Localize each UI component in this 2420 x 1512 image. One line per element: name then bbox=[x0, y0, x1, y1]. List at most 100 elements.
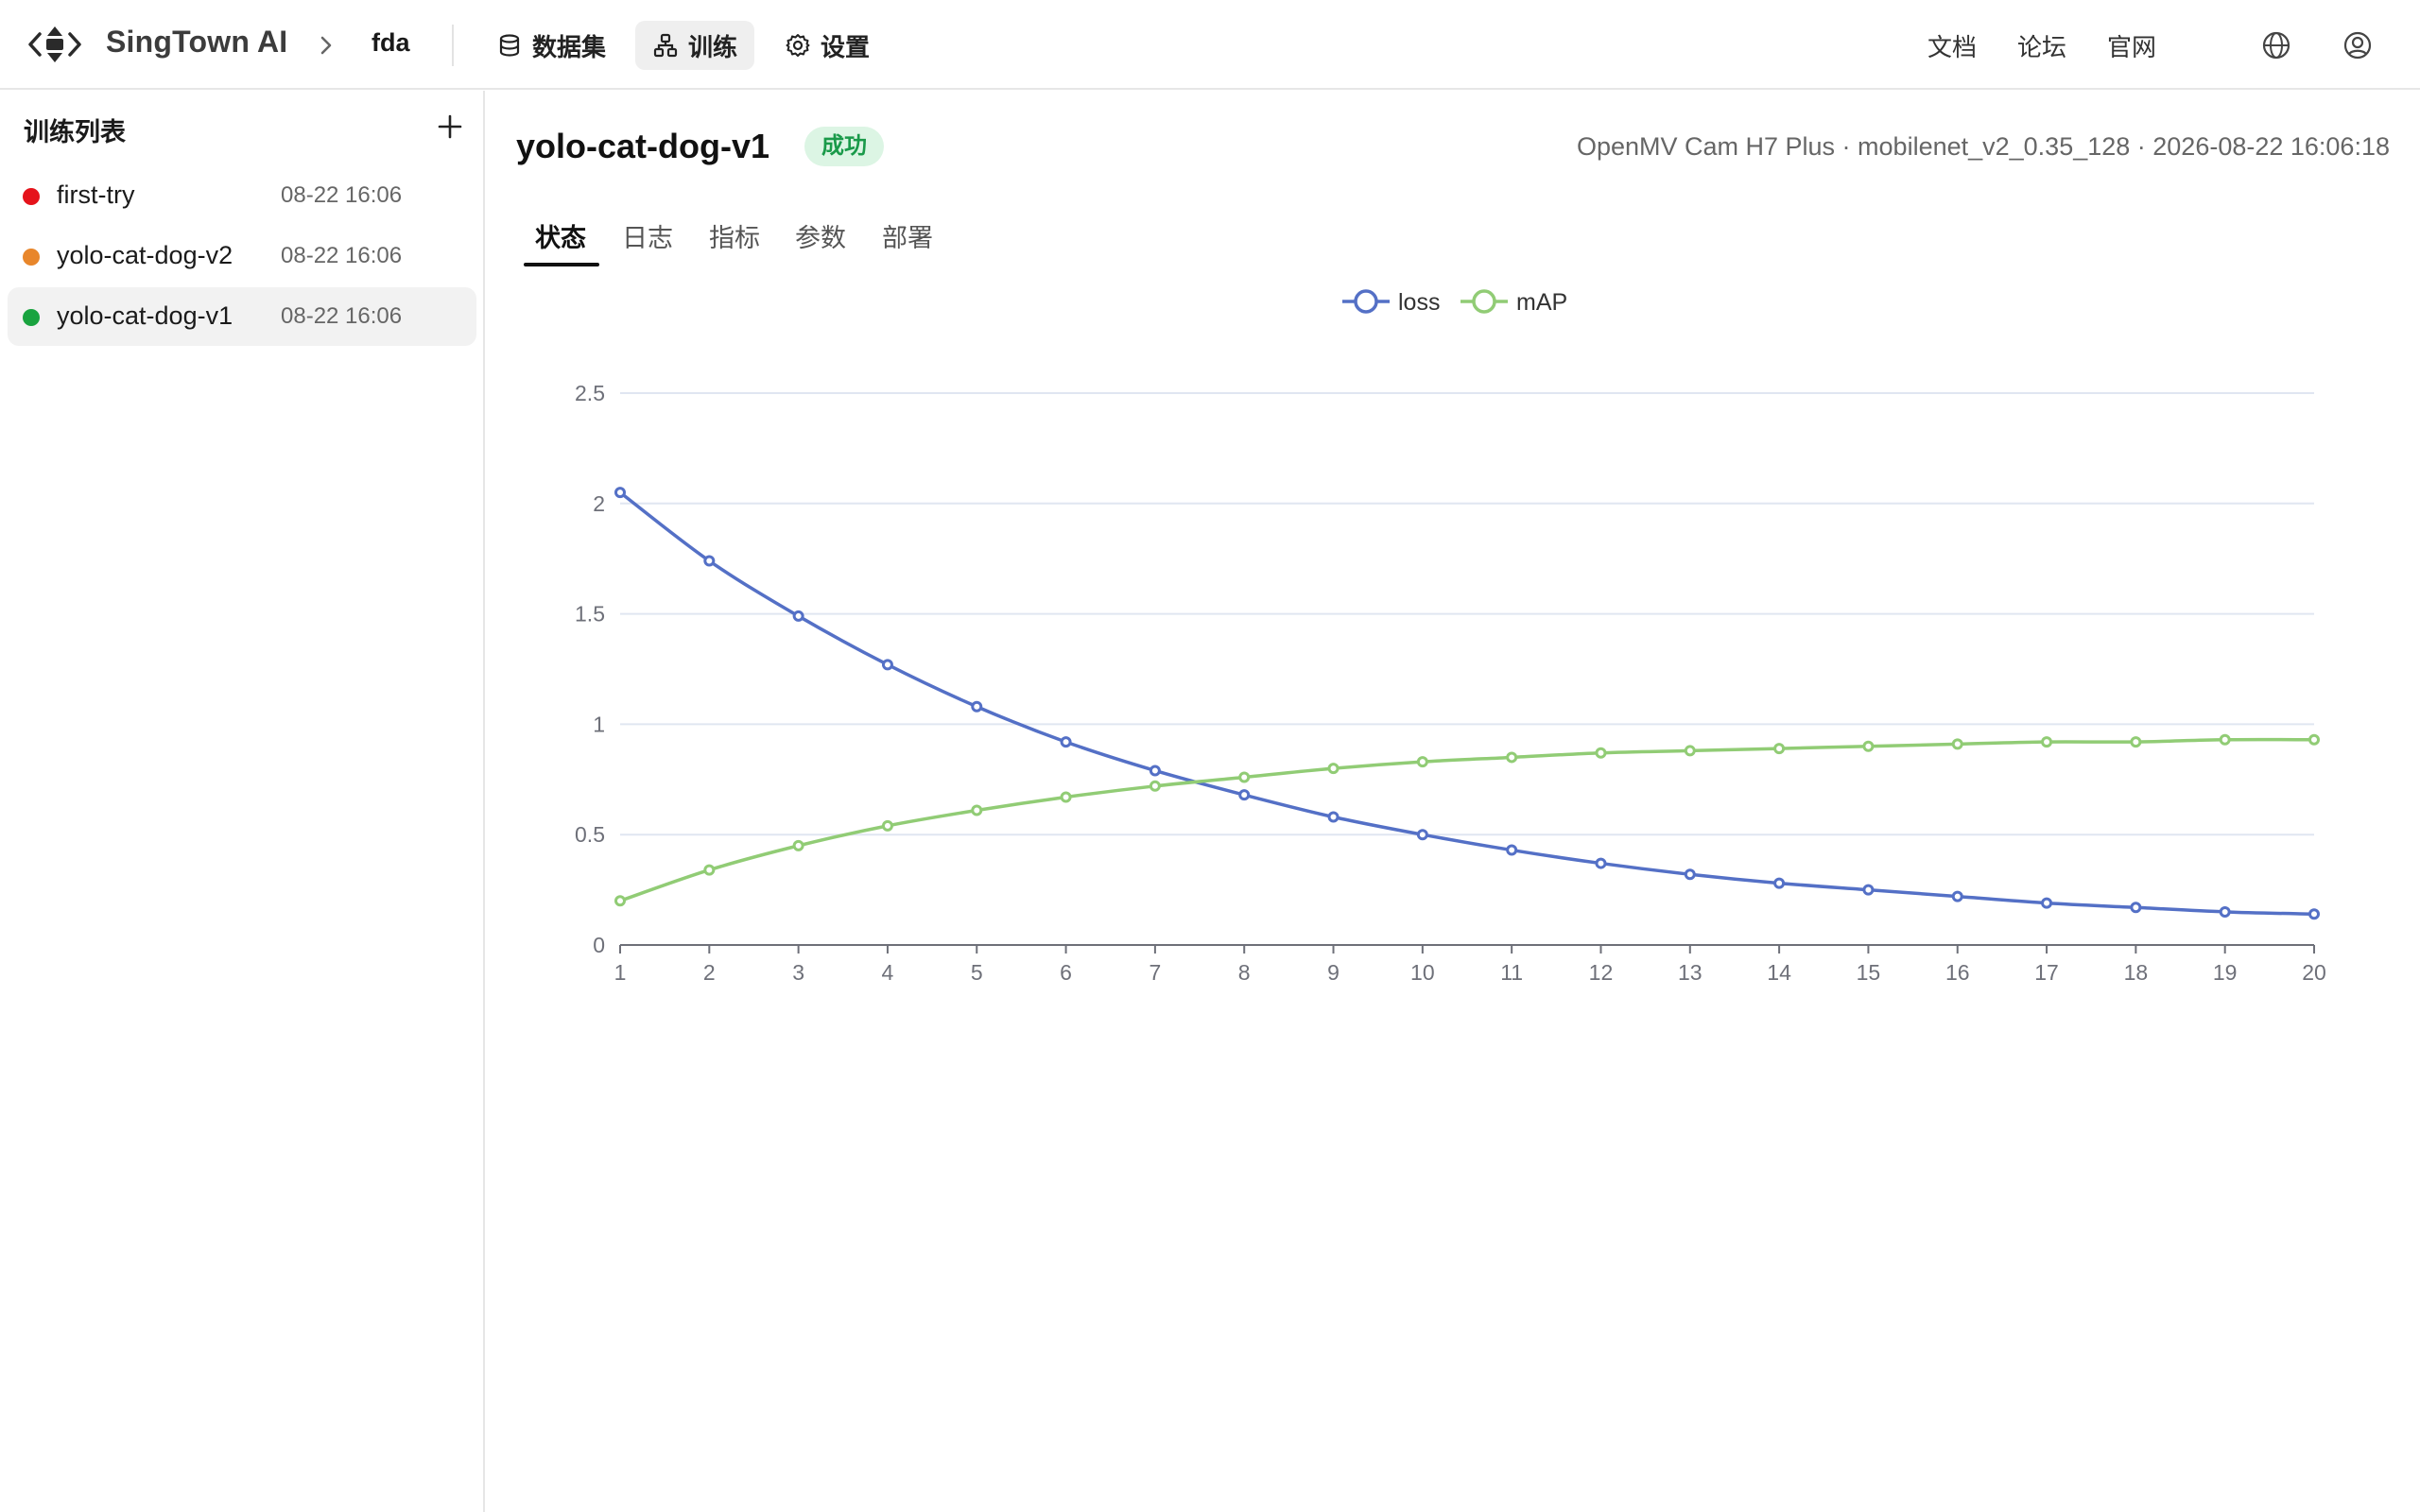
data-point-map bbox=[1149, 780, 1161, 792]
chevron-right-icon bbox=[320, 36, 332, 55]
x-tick-label: 4 bbox=[882, 960, 894, 985]
active-tab-indicator bbox=[524, 263, 599, 266]
nav-settings-button[interactable]: 设置 bbox=[768, 21, 887, 70]
docs-link[interactable]: 文档 bbox=[1927, 28, 1977, 63]
data-point-map bbox=[1951, 738, 1963, 750]
data-point-loss bbox=[2041, 897, 2053, 909]
status-dot bbox=[23, 249, 40, 266]
y-tick-label: 0.5 bbox=[575, 822, 605, 847]
data-point-loss bbox=[1327, 811, 1340, 823]
globe-icon[interactable] bbox=[2259, 28, 2293, 62]
project-name[interactable]: fda bbox=[372, 28, 410, 58]
data-point-loss bbox=[1149, 765, 1161, 777]
status-badge: 成功 bbox=[804, 127, 884, 166]
data-point-map bbox=[881, 819, 893, 832]
top-bar: SingTown AI fda 数据集 训练 设置 文档 论坛 官网 bbox=[0, 0, 2420, 90]
data-point-loss bbox=[1773, 877, 1786, 889]
run-time: 08-22 16:06 bbox=[281, 303, 403, 329]
series-line-map bbox=[619, 737, 2315, 902]
y-tick-label: 2.5 bbox=[575, 381, 605, 405]
data-point-map bbox=[1684, 745, 1696, 757]
nav-dataset-label: 数据集 bbox=[532, 32, 607, 61]
x-tick-label: 17 bbox=[2034, 960, 2059, 985]
x-tick-label: 7 bbox=[1149, 960, 1161, 985]
x-tick-label: 13 bbox=[1678, 960, 1703, 985]
legend-marker bbox=[1472, 289, 1496, 314]
forum-link[interactable]: 论坛 bbox=[2017, 28, 2066, 63]
data-point-map bbox=[2130, 736, 2142, 748]
series-line-loss bbox=[618, 490, 2315, 917]
database-icon bbox=[499, 34, 520, 57]
sidebar-title: 训练列表 bbox=[24, 118, 126, 146]
nav-settings-label: 设置 bbox=[821, 32, 871, 61]
run-name: yolo-cat-dog-v2 bbox=[57, 241, 233, 269]
x-tick-label: 8 bbox=[1238, 960, 1251, 985]
x-tick-label: 11 bbox=[1500, 960, 1523, 985]
run-time: 08-22 16:06 bbox=[281, 243, 403, 268]
x-tick-label: 5 bbox=[971, 960, 983, 985]
y-tick-label: 0 bbox=[593, 933, 605, 957]
x-tick-label: 2 bbox=[703, 960, 716, 985]
data-point-map bbox=[1773, 743, 1786, 755]
x-tick-label: 14 bbox=[1767, 960, 1791, 985]
sidebar-run-first-try[interactable]: first-try 08-22 16:06 bbox=[8, 166, 476, 225]
data-point-map bbox=[1595, 747, 1607, 759]
tab-deploy[interactable]: 部署 bbox=[882, 217, 933, 266]
data-point-loss bbox=[2308, 908, 2320, 920]
data-point-map bbox=[971, 804, 983, 816]
x-tick-label: 20 bbox=[2302, 960, 2326, 985]
data-point-loss bbox=[2219, 905, 2231, 918]
tab-params[interactable]: 参数 bbox=[795, 217, 846, 266]
add-run-button[interactable] bbox=[435, 112, 465, 142]
nav-dataset-button[interactable]: 数据集 bbox=[479, 21, 623, 70]
data-point-map bbox=[703, 864, 716, 876]
status-dot bbox=[23, 188, 40, 205]
data-point-loss bbox=[1416, 829, 1428, 841]
brand-name[interactable]: SingTown AI bbox=[106, 25, 287, 60]
x-tick-label: 10 bbox=[1410, 960, 1435, 985]
data-point-map bbox=[792, 839, 804, 851]
gear-icon bbox=[786, 34, 810, 57]
data-point-loss bbox=[1060, 736, 1072, 748]
singtown-logo-icon[interactable] bbox=[28, 23, 81, 66]
data-point-loss bbox=[971, 700, 983, 713]
sidebar-run-yolo-cat-dog-v1[interactable]: yolo-cat-dog-v1 08-22 16:06 bbox=[8, 287, 476, 346]
x-tick-label: 3 bbox=[792, 960, 804, 985]
data-point-map bbox=[2308, 733, 2320, 746]
nav-train-button[interactable]: 训练 bbox=[635, 21, 755, 70]
data-point-loss bbox=[2130, 902, 2142, 914]
x-tick-label: 18 bbox=[2124, 960, 2149, 985]
run-name: yolo-cat-dog-v1 bbox=[57, 301, 233, 330]
data-point-loss bbox=[881, 659, 893, 671]
x-tick-label: 1 bbox=[614, 960, 627, 985]
data-point-loss bbox=[1684, 868, 1696, 881]
data-point-loss bbox=[1951, 890, 1963, 902]
data-point-map bbox=[1238, 771, 1251, 783]
data-point-loss bbox=[614, 487, 626, 499]
legend-label: loss bbox=[1398, 289, 1440, 316]
data-point-loss bbox=[1238, 789, 1251, 801]
data-point-loss bbox=[703, 555, 716, 567]
data-point-map bbox=[614, 895, 626, 907]
y-tick-label: 1 bbox=[593, 712, 605, 736]
data-point-loss bbox=[792, 610, 804, 622]
tab-status[interactable]: 状态 bbox=[535, 217, 586, 266]
website-link[interactable]: 官网 bbox=[2107, 28, 2156, 63]
data-point-map bbox=[1506, 751, 1518, 764]
x-tick-label: 12 bbox=[1589, 960, 1614, 985]
run-time: 08-22 16:06 bbox=[281, 182, 403, 208]
tab-metrics[interactable]: 指标 bbox=[709, 217, 760, 266]
nav-train-label: 训练 bbox=[688, 32, 738, 61]
y-tick-label: 2 bbox=[593, 491, 605, 516]
run-name: first-try bbox=[57, 180, 135, 209]
x-tick-label: 9 bbox=[1327, 960, 1340, 985]
data-point-map bbox=[1416, 756, 1428, 768]
tab-logs[interactable]: 日志 bbox=[622, 217, 673, 266]
sidebar-run-yolo-cat-dog-v2[interactable]: yolo-cat-dog-v2 08-22 16:06 bbox=[8, 227, 476, 285]
data-point-loss bbox=[1862, 884, 1875, 896]
legend-label: mAP bbox=[1516, 289, 1567, 316]
data-point-map bbox=[1060, 791, 1072, 803]
run-meta: OpenMV Cam H7 Plus · mobilenet_v2_0.35_1… bbox=[1576, 132, 2390, 161]
status-dot bbox=[23, 309, 40, 326]
user-account-icon[interactable] bbox=[2341, 28, 2375, 62]
